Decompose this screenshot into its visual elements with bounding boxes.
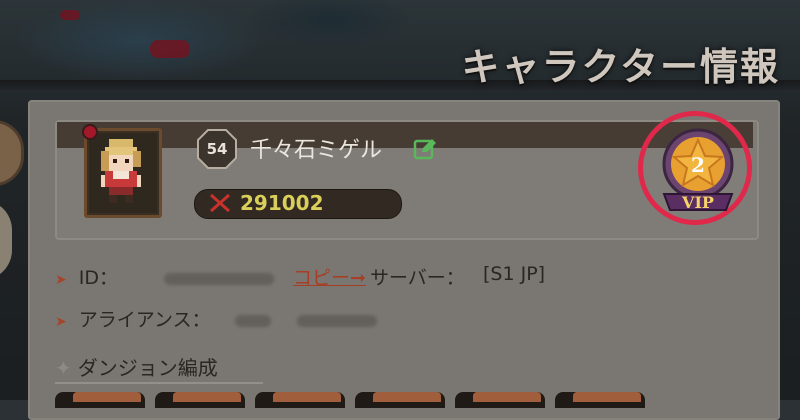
dungeon-section-label: ダンジョン編成 <box>77 356 218 380</box>
arrow-bullet-icon: ➤ <box>55 314 67 330</box>
combat-power-value: 291002 <box>240 191 324 215</box>
notification-dot <box>82 124 98 140</box>
redacted-id <box>164 272 275 285</box>
character-sprite <box>101 139 141 203</box>
dungeon-slot[interactable] <box>255 392 345 408</box>
dungeon-slot[interactable] <box>455 392 545 408</box>
dungeon-slot[interactable] <box>555 392 645 408</box>
crossed-swords-icon <box>210 193 230 213</box>
arrow-bullet-icon: ➤ <box>55 272 67 288</box>
sparkle-icon: ✦ <box>55 356 72 380</box>
arrow-right-icon: ➞ <box>350 267 366 289</box>
vip-level-text: 2 <box>691 153 705 177</box>
copy-label: コピー <box>293 267 351 289</box>
divider <box>55 382 263 384</box>
vip-star-medal-icon[interactable]: 2 VIP <box>656 124 740 216</box>
dungeon-slot[interactable] <box>55 392 145 408</box>
server-value: [S1 JP] <box>483 263 546 285</box>
id-row: ➤ ID： <box>55 263 275 290</box>
id-label: ID： <box>78 267 119 289</box>
alliance-row: ➤ アライアンス： <box>55 305 377 332</box>
dungeon-slot[interactable] <box>355 392 445 408</box>
redacted-alliance <box>234 314 271 327</box>
redacted-alliance <box>296 314 377 327</box>
vip-label: VIP <box>681 193 714 212</box>
dungeon-slot[interactable] <box>155 392 245 408</box>
edit-icon[interactable] <box>413 138 437 160</box>
player-level: 54 <box>206 140 228 158</box>
copy-button[interactable]: コピー➞ <box>293 263 366 290</box>
player-name: 千々石ミゲル <box>250 138 383 163</box>
dungeon-section-header: ✦ ダンジョン編成 <box>55 352 218 381</box>
server-label: サーバー： <box>370 267 465 289</box>
alliance-label: アライアンス： <box>78 309 211 331</box>
page-title: キャラクター情報 <box>461 44 780 89</box>
